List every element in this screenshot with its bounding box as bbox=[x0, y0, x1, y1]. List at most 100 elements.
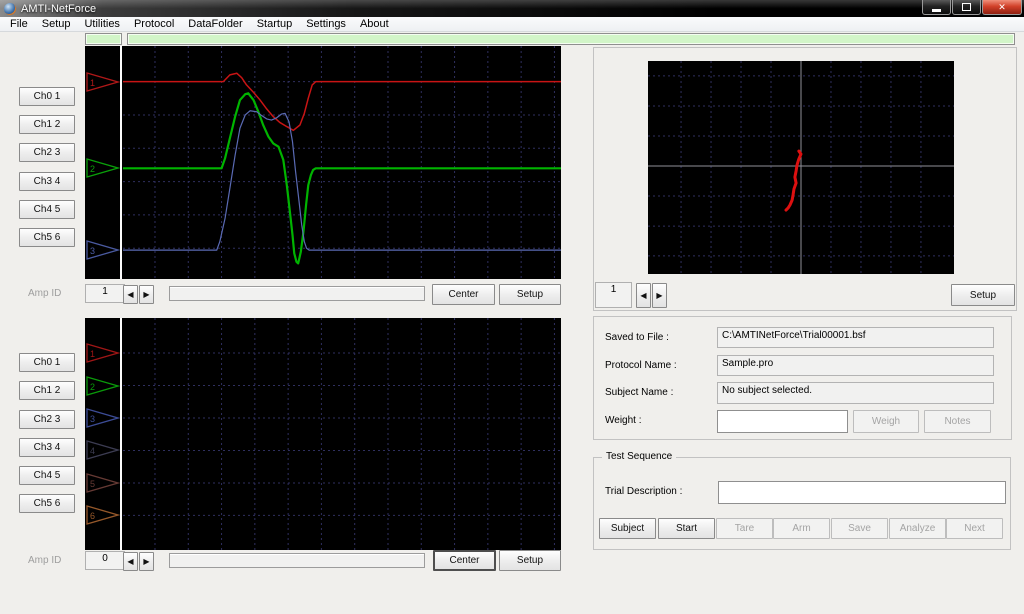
svg-text:2: 2 bbox=[90, 382, 95, 392]
menu-bar: File Setup Utilities Protocol DataFolder… bbox=[0, 17, 1024, 32]
scope1-plot bbox=[123, 46, 561, 279]
menu-setup[interactable]: Setup bbox=[35, 18, 78, 30]
scope1-trigger-line bbox=[120, 46, 122, 279]
channel-marker-5[interactable]: 5 bbox=[86, 472, 120, 494]
maximize-button[interactable] bbox=[952, 0, 981, 15]
subject-name-label: Subject Name : bbox=[605, 387, 673, 398]
next-button[interactable]: Next bbox=[946, 518, 1003, 539]
saved-to-file-value: C:\AMTINetForce\Trial00001.bsf bbox=[717, 327, 994, 348]
scope1-channel-button-ch2[interactable]: Ch2 3 bbox=[19, 143, 75, 162]
close-button[interactable]: ✕ bbox=[982, 0, 1022, 15]
scope2-setup-button[interactable]: Setup bbox=[499, 550, 561, 571]
status-indicator bbox=[85, 33, 122, 45]
save-button[interactable]: Save bbox=[831, 518, 888, 539]
subject-name-value: No subject selected. bbox=[717, 382, 994, 404]
scope1-display: 1 2 3 bbox=[85, 46, 561, 279]
scope1-prev-button[interactable]: ◀ bbox=[123, 285, 138, 304]
trial-description-label: Trial Description : bbox=[605, 486, 682, 497]
svg-text:4: 4 bbox=[90, 446, 95, 456]
cop-next-button[interactable]: ▶ bbox=[652, 283, 667, 308]
cop-amp-id-value: 1 bbox=[595, 282, 632, 308]
tare-button[interactable]: Tare bbox=[716, 518, 773, 539]
weigh-button[interactable]: Weigh bbox=[853, 410, 919, 433]
weight-label: Weight : bbox=[605, 415, 642, 426]
channel-marker-6[interactable]: 6 bbox=[86, 504, 120, 526]
window-controls: ✕ bbox=[922, 0, 1022, 15]
minimize-button[interactable] bbox=[922, 0, 951, 15]
status-progress-bar bbox=[127, 33, 1015, 45]
scope1-marker-strip: 1 2 3 bbox=[85, 46, 120, 279]
channel-marker-1[interactable]: 1 bbox=[86, 342, 120, 364]
scope2-channel-button-ch1[interactable]: Ch1 2 bbox=[19, 381, 75, 400]
channel-marker-1[interactable]: 1 bbox=[86, 71, 120, 93]
saved-to-file-label: Saved to File : bbox=[605, 332, 669, 343]
close-icon: ✕ bbox=[998, 3, 1006, 12]
analyze-button[interactable]: Analyze bbox=[889, 518, 946, 539]
scope1-channel-button-ch0[interactable]: Ch0 1 bbox=[19, 87, 75, 106]
svg-text:1: 1 bbox=[90, 349, 95, 359]
trial-info-panel: Saved to File : C:\AMTINetForce\Trial000… bbox=[593, 316, 1012, 440]
channel-marker-4[interactable]: 4 bbox=[86, 439, 120, 461]
menu-datafolder[interactable]: DataFolder bbox=[181, 18, 249, 30]
scope2-trigger-line bbox=[120, 318, 122, 550]
scope2-position-slider[interactable] bbox=[169, 553, 425, 568]
minimize-icon bbox=[932, 9, 941, 12]
scope2-amp-id-value: 0 bbox=[85, 551, 125, 570]
subject-button[interactable]: Subject bbox=[599, 518, 656, 539]
start-button[interactable]: Start bbox=[658, 518, 715, 539]
test-sequence-panel: Test Sequence Trial Description : Subjec… bbox=[593, 457, 1011, 550]
channel-marker-3[interactable]: 3 bbox=[86, 407, 120, 429]
scope2-next-button[interactable]: ▶ bbox=[139, 552, 154, 571]
arm-button[interactable]: Arm bbox=[773, 518, 830, 539]
scope2-display: 1 2 3 4 5 6 bbox=[85, 318, 561, 550]
svg-text:3: 3 bbox=[90, 246, 95, 256]
channel-marker-3[interactable]: 3 bbox=[86, 239, 120, 261]
scope2-prev-button[interactable]: ◀ bbox=[123, 552, 138, 571]
scope2-amp-id-label: Amp ID bbox=[28, 555, 61, 566]
trial-description-input[interactable] bbox=[718, 481, 1006, 504]
menu-protocol[interactable]: Protocol bbox=[127, 18, 181, 30]
svg-text:1: 1 bbox=[90, 78, 95, 88]
scope2-channel-button-ch5[interactable]: Ch5 6 bbox=[19, 494, 75, 513]
menu-file[interactable]: File bbox=[3, 18, 35, 30]
menu-startup[interactable]: Startup bbox=[250, 18, 299, 30]
app-window: AMTI-NetForce ✕ File Setup Utilities Pro… bbox=[0, 0, 1024, 614]
scope1-amp-id-label: Amp ID bbox=[28, 288, 61, 299]
scope1-setup-button[interactable]: Setup bbox=[499, 284, 561, 305]
scope2-channel-button-ch0[interactable]: Ch0 1 bbox=[19, 353, 75, 372]
svg-text:5: 5 bbox=[90, 479, 95, 489]
scope2-channel-button-ch3[interactable]: Ch3 4 bbox=[19, 438, 75, 457]
svg-text:6: 6 bbox=[90, 511, 95, 521]
menu-about[interactable]: About bbox=[353, 18, 396, 30]
scope1-position-slider[interactable] bbox=[169, 286, 425, 301]
menu-settings[interactable]: Settings bbox=[299, 18, 353, 30]
notes-button[interactable]: Notes bbox=[924, 410, 991, 433]
scope1-channel-button-ch3[interactable]: Ch3 4 bbox=[19, 172, 75, 191]
svg-text:3: 3 bbox=[90, 414, 95, 424]
scope2-marker-strip: 1 2 3 4 5 6 bbox=[85, 318, 120, 550]
cop-prev-button[interactable]: ◀ bbox=[636, 283, 651, 308]
channel-marker-2[interactable]: 2 bbox=[86, 157, 120, 179]
channel-marker-2[interactable]: 2 bbox=[86, 375, 120, 397]
scope1-channel-button-ch5[interactable]: Ch5 6 bbox=[19, 228, 75, 247]
title-bar: AMTI-NetForce ✕ bbox=[0, 0, 1024, 17]
app-icon bbox=[4, 3, 16, 15]
scope2-channel-button-ch2[interactable]: Ch2 3 bbox=[19, 410, 75, 429]
cop-plot bbox=[648, 61, 954, 274]
cop-setup-button[interactable]: Setup bbox=[951, 284, 1015, 306]
maximize-icon bbox=[962, 3, 971, 11]
scope2-plot bbox=[123, 318, 561, 550]
scope1-channel-button-ch1[interactable]: Ch1 2 bbox=[19, 115, 75, 134]
protocol-name-label: Protocol Name : bbox=[605, 360, 677, 371]
menu-utilities[interactable]: Utilities bbox=[77, 18, 126, 30]
window-title: AMTI-NetForce bbox=[21, 3, 96, 15]
scope1-next-button[interactable]: ▶ bbox=[139, 285, 154, 304]
cop-path bbox=[786, 151, 801, 210]
test-sequence-title: Test Sequence bbox=[602, 451, 676, 462]
scope2-channel-button-ch4[interactable]: Ch4 5 bbox=[19, 466, 75, 485]
scope2-center-button[interactable]: Center bbox=[433, 550, 496, 571]
weight-input[interactable] bbox=[717, 410, 848, 433]
svg-text:2: 2 bbox=[90, 164, 95, 174]
scope1-center-button[interactable]: Center bbox=[432, 284, 495, 305]
scope1-channel-button-ch4[interactable]: Ch4 5 bbox=[19, 200, 75, 219]
